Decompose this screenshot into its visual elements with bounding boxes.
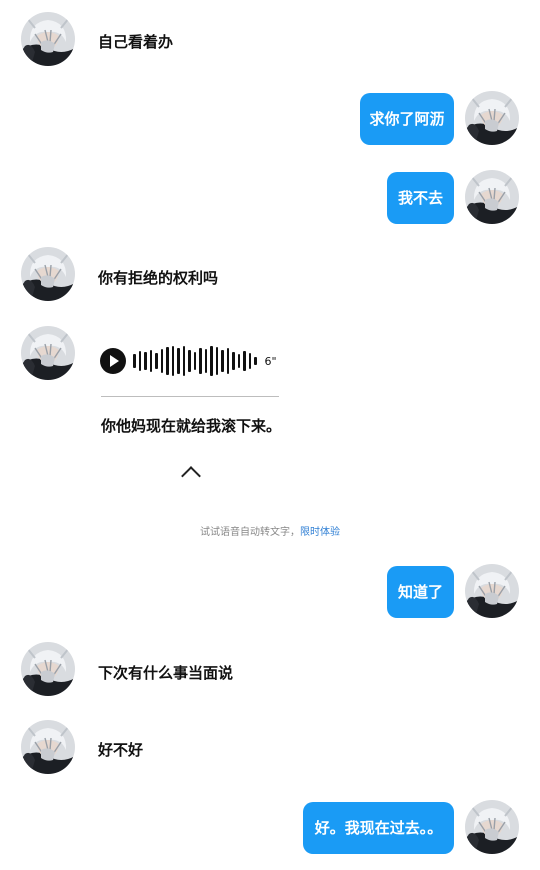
voice-transcript: 你他妈现在就给我滚下来。 — [101, 417, 282, 435]
sent-message-bubble[interactable]: 好。我现在过去。。 — [303, 802, 454, 854]
contact-avatar[interactable] — [21, 12, 75, 66]
contact-avatar[interactable] — [21, 247, 75, 301]
my-avatar[interactable] — [465, 170, 519, 224]
voice-duration: 6" — [264, 354, 277, 368]
sent-message-bubble[interactable]: 我不去 — [387, 172, 454, 224]
contact-avatar[interactable] — [21, 720, 75, 774]
my-avatar[interactable] — [465, 91, 519, 145]
message-text: 好不好 — [98, 741, 144, 759]
transcribe-hint: 试试语音自动转文字，限时体验 — [0, 523, 540, 538]
my-avatar[interactable] — [465, 564, 519, 618]
contact-avatar[interactable] — [21, 642, 75, 696]
sent-message-bubble[interactable]: 求你了阿沥 — [360, 93, 454, 145]
play-icon[interactable] — [100, 348, 126, 374]
voice-waveform — [133, 345, 260, 377]
sent-message-bubble[interactable]: 知道了 — [387, 566, 454, 618]
message-text: 自己看着办 — [98, 33, 174, 51]
voice-divider — [101, 396, 279, 397]
trial-link[interactable]: 限时体验 — [300, 527, 340, 538]
my-avatar[interactable] — [465, 800, 519, 854]
chevron-up-icon[interactable] — [181, 466, 201, 486]
voice-message[interactable]: 6" — [100, 345, 277, 377]
contact-avatar[interactable] — [21, 326, 75, 380]
message-text: 下次有什么事当面说 — [98, 664, 234, 682]
hint-text: 试试语音自动转文字， — [200, 527, 300, 538]
message-text: 你有拒绝的权利吗 — [98, 269, 219, 287]
